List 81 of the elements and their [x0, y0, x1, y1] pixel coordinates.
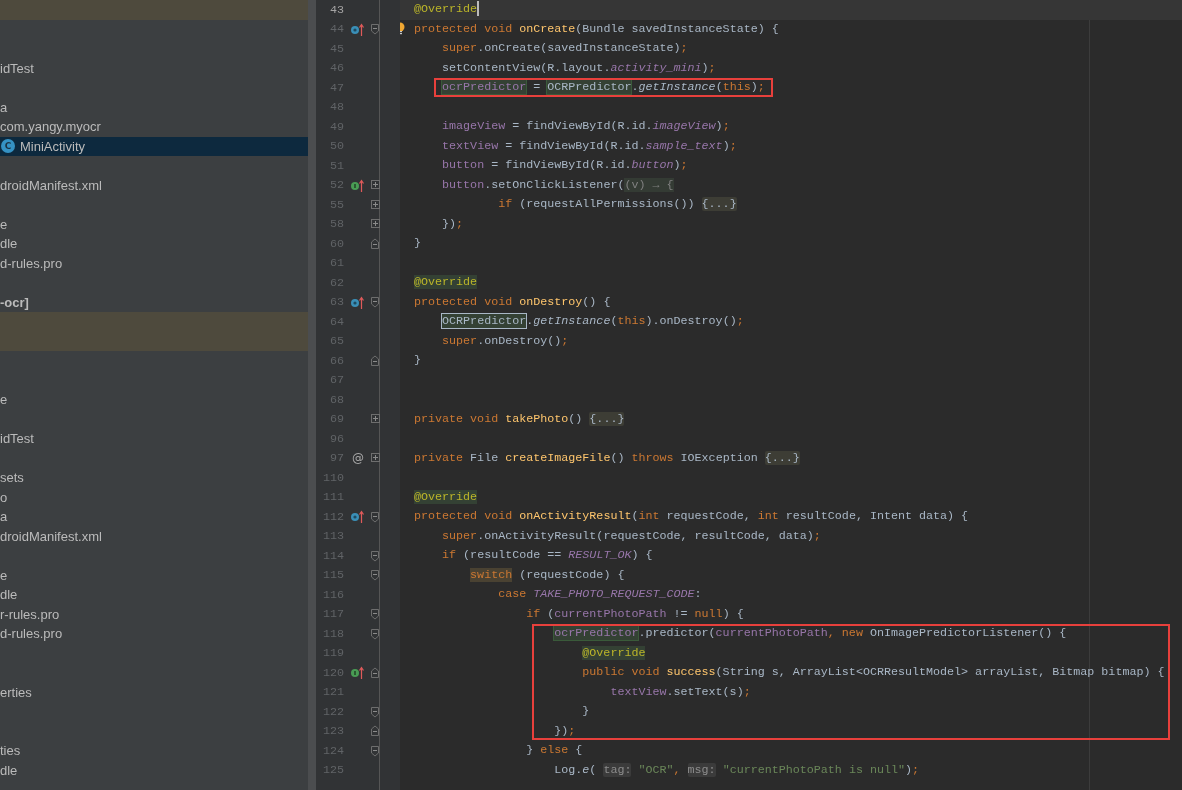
tree-item[interactable]: idTest — [0, 58, 308, 78]
code-line: } — [413, 352, 422, 369]
tree-item[interactable]: o — [0, 487, 308, 507]
circle-up-arrow-icon[interactable] — [350, 294, 365, 310]
minus-box-icon[interactable] — [370, 744, 380, 757]
code-line: textView = findViewById(R.id.sample_text); — [441, 137, 738, 155]
code-line: protected void onDestroy() { — [413, 293, 612, 311]
gutter-marker[interactable]: @ — [352, 451, 364, 466]
tree-item[interactable]: com.yangy.myocr — [0, 117, 308, 137]
tree-item-label: MiniActivity — [19, 138, 86, 154]
tree-item[interactable]: a — [0, 97, 308, 117]
code-line: if (resultCode == RESULT_OK) { — [441, 547, 654, 564]
code-line: switch (requestCode) { — [469, 566, 626, 584]
plus-box-icon[interactable] — [370, 179, 380, 192]
minus-box-icon[interactable] — [370, 627, 380, 640]
tree-item[interactable]: dle — [0, 585, 308, 605]
line-number: 43 — [328, 2, 345, 17]
plus-box-icon[interactable] — [370, 452, 380, 465]
minus-box-icon[interactable] — [370, 725, 380, 738]
code-line: case TAKE_PHOTO_REQUEST_CODE: — [497, 586, 703, 603]
minus-box-icon[interactable] — [370, 666, 380, 679]
circle-bar-up-arrow-icon[interactable] — [350, 665, 365, 681]
plus-box-icon[interactable] — [370, 198, 380, 211]
tree-item[interactable]: d-rules.pro — [0, 253, 308, 273]
tree-item[interactable]: idTest — [0, 429, 308, 449]
tree-item[interactable]: d-rules.pro — [0, 624, 308, 644]
minus-box-icon[interactable] — [370, 549, 380, 562]
code-line: public void success(String s, ArrayList<OCRResultModel> arrayList, Bitmap bitmap) { — [581, 664, 1166, 681]
code-line: Log.e( tag: "OCR", msg: "currentPhotoPath is null"); — [553, 761, 921, 779]
tree-item[interactable]: a — [0, 507, 308, 527]
tree-item[interactable]: e — [0, 214, 308, 234]
code-line: OCRPredictor.getInstance(this).onDestroy(); — [441, 313, 745, 330]
tree-item[interactable]: -ocr] — [0, 292, 308, 312]
code-line: } else { — [525, 742, 584, 759]
tree-item[interactable]: dle — [0, 760, 308, 780]
code-line: private void takePhoto() {...} — [413, 410, 626, 428]
text-cursor — [477, 1, 479, 17]
minus-box-icon[interactable] — [370, 237, 380, 250]
tree-item[interactable]: ties — [0, 741, 308, 761]
tree-item[interactable]: droidManifest.xml — [0, 526, 308, 546]
tree-item[interactable]: e — [0, 565, 308, 585]
circle-bar-up-arrow-icon[interactable] — [350, 177, 365, 193]
code-line: if (currentPhotoPath != null) { — [525, 605, 745, 623]
tree-item[interactable]: dle — [0, 234, 308, 254]
code-line: } — [413, 235, 422, 252]
minus-box-icon[interactable] — [370, 510, 380, 523]
code-line: imageView = findViewById(R.id.imageView); — [441, 118, 731, 135]
code-line: setContentView(R.layout.activity_mini); — [441, 59, 717, 77]
code-line: protected void onActivityResult(int requestCode, int resultCode, Intent data) { — [413, 508, 970, 525]
tree-item[interactable]: droidManifest.xml — [0, 175, 308, 195]
plus-box-icon[interactable] — [370, 413, 380, 426]
tree-item[interactable]: r-rules.pro — [0, 604, 308, 624]
circle-up-arrow-icon[interactable] — [350, 21, 365, 37]
code-line: textView.setText(s); — [609, 683, 752, 701]
code-line: }); — [441, 215, 465, 233]
code-line: } — [581, 703, 591, 720]
code-line: super.onCreate(savedInstanceState); — [441, 40, 689, 57]
tree-item[interactable]: e — [0, 390, 308, 410]
minus-box-icon[interactable] — [370, 608, 380, 621]
code-line: ocrPredictor.predictor(currentPhotoPath, new OnImagePredictorListener() { — [553, 625, 1068, 642]
minus-box-icon[interactable] — [370, 569, 380, 582]
code-line: button.setOnClickListener((v) → { — [441, 176, 675, 194]
code-line: super.onDestroy(); — [441, 332, 570, 350]
scrollbar[interactable] — [308, 0, 316, 790]
minus-box-icon[interactable] — [370, 296, 380, 309]
code-line: }); — [553, 722, 577, 740]
circle-up-arrow-icon[interactable] — [350, 509, 365, 525]
code-line: super.onActivityResult(requestCode, resultCode, data); — [441, 527, 822, 545]
tree-item[interactable]: sets — [0, 468, 308, 488]
code-line: ocrPredictor = OCRPredictor.getInstance(this); — [441, 79, 766, 96]
tree-item[interactable]: erties — [0, 682, 308, 702]
code-line: private File createImageFile() throws IOException {...} — [413, 449, 801, 467]
tree-item[interactable]: C MiniActivity — [0, 136, 308, 156]
code-line: button = findViewById(R.id.button); — [441, 157, 689, 174]
plus-box-icon[interactable] — [370, 218, 380, 231]
minus-box-icon[interactable] — [370, 705, 380, 718]
code-line: if (requestAllPermissions()) {...} — [497, 196, 738, 213]
minus-box-icon[interactable] — [370, 23, 380, 36]
class-icon: C — [1, 139, 15, 154]
code-line: protected void onCreate(Bundle savedInstanceState) { — [400, 19, 1182, 39]
minus-box-icon[interactable] — [370, 354, 380, 367]
